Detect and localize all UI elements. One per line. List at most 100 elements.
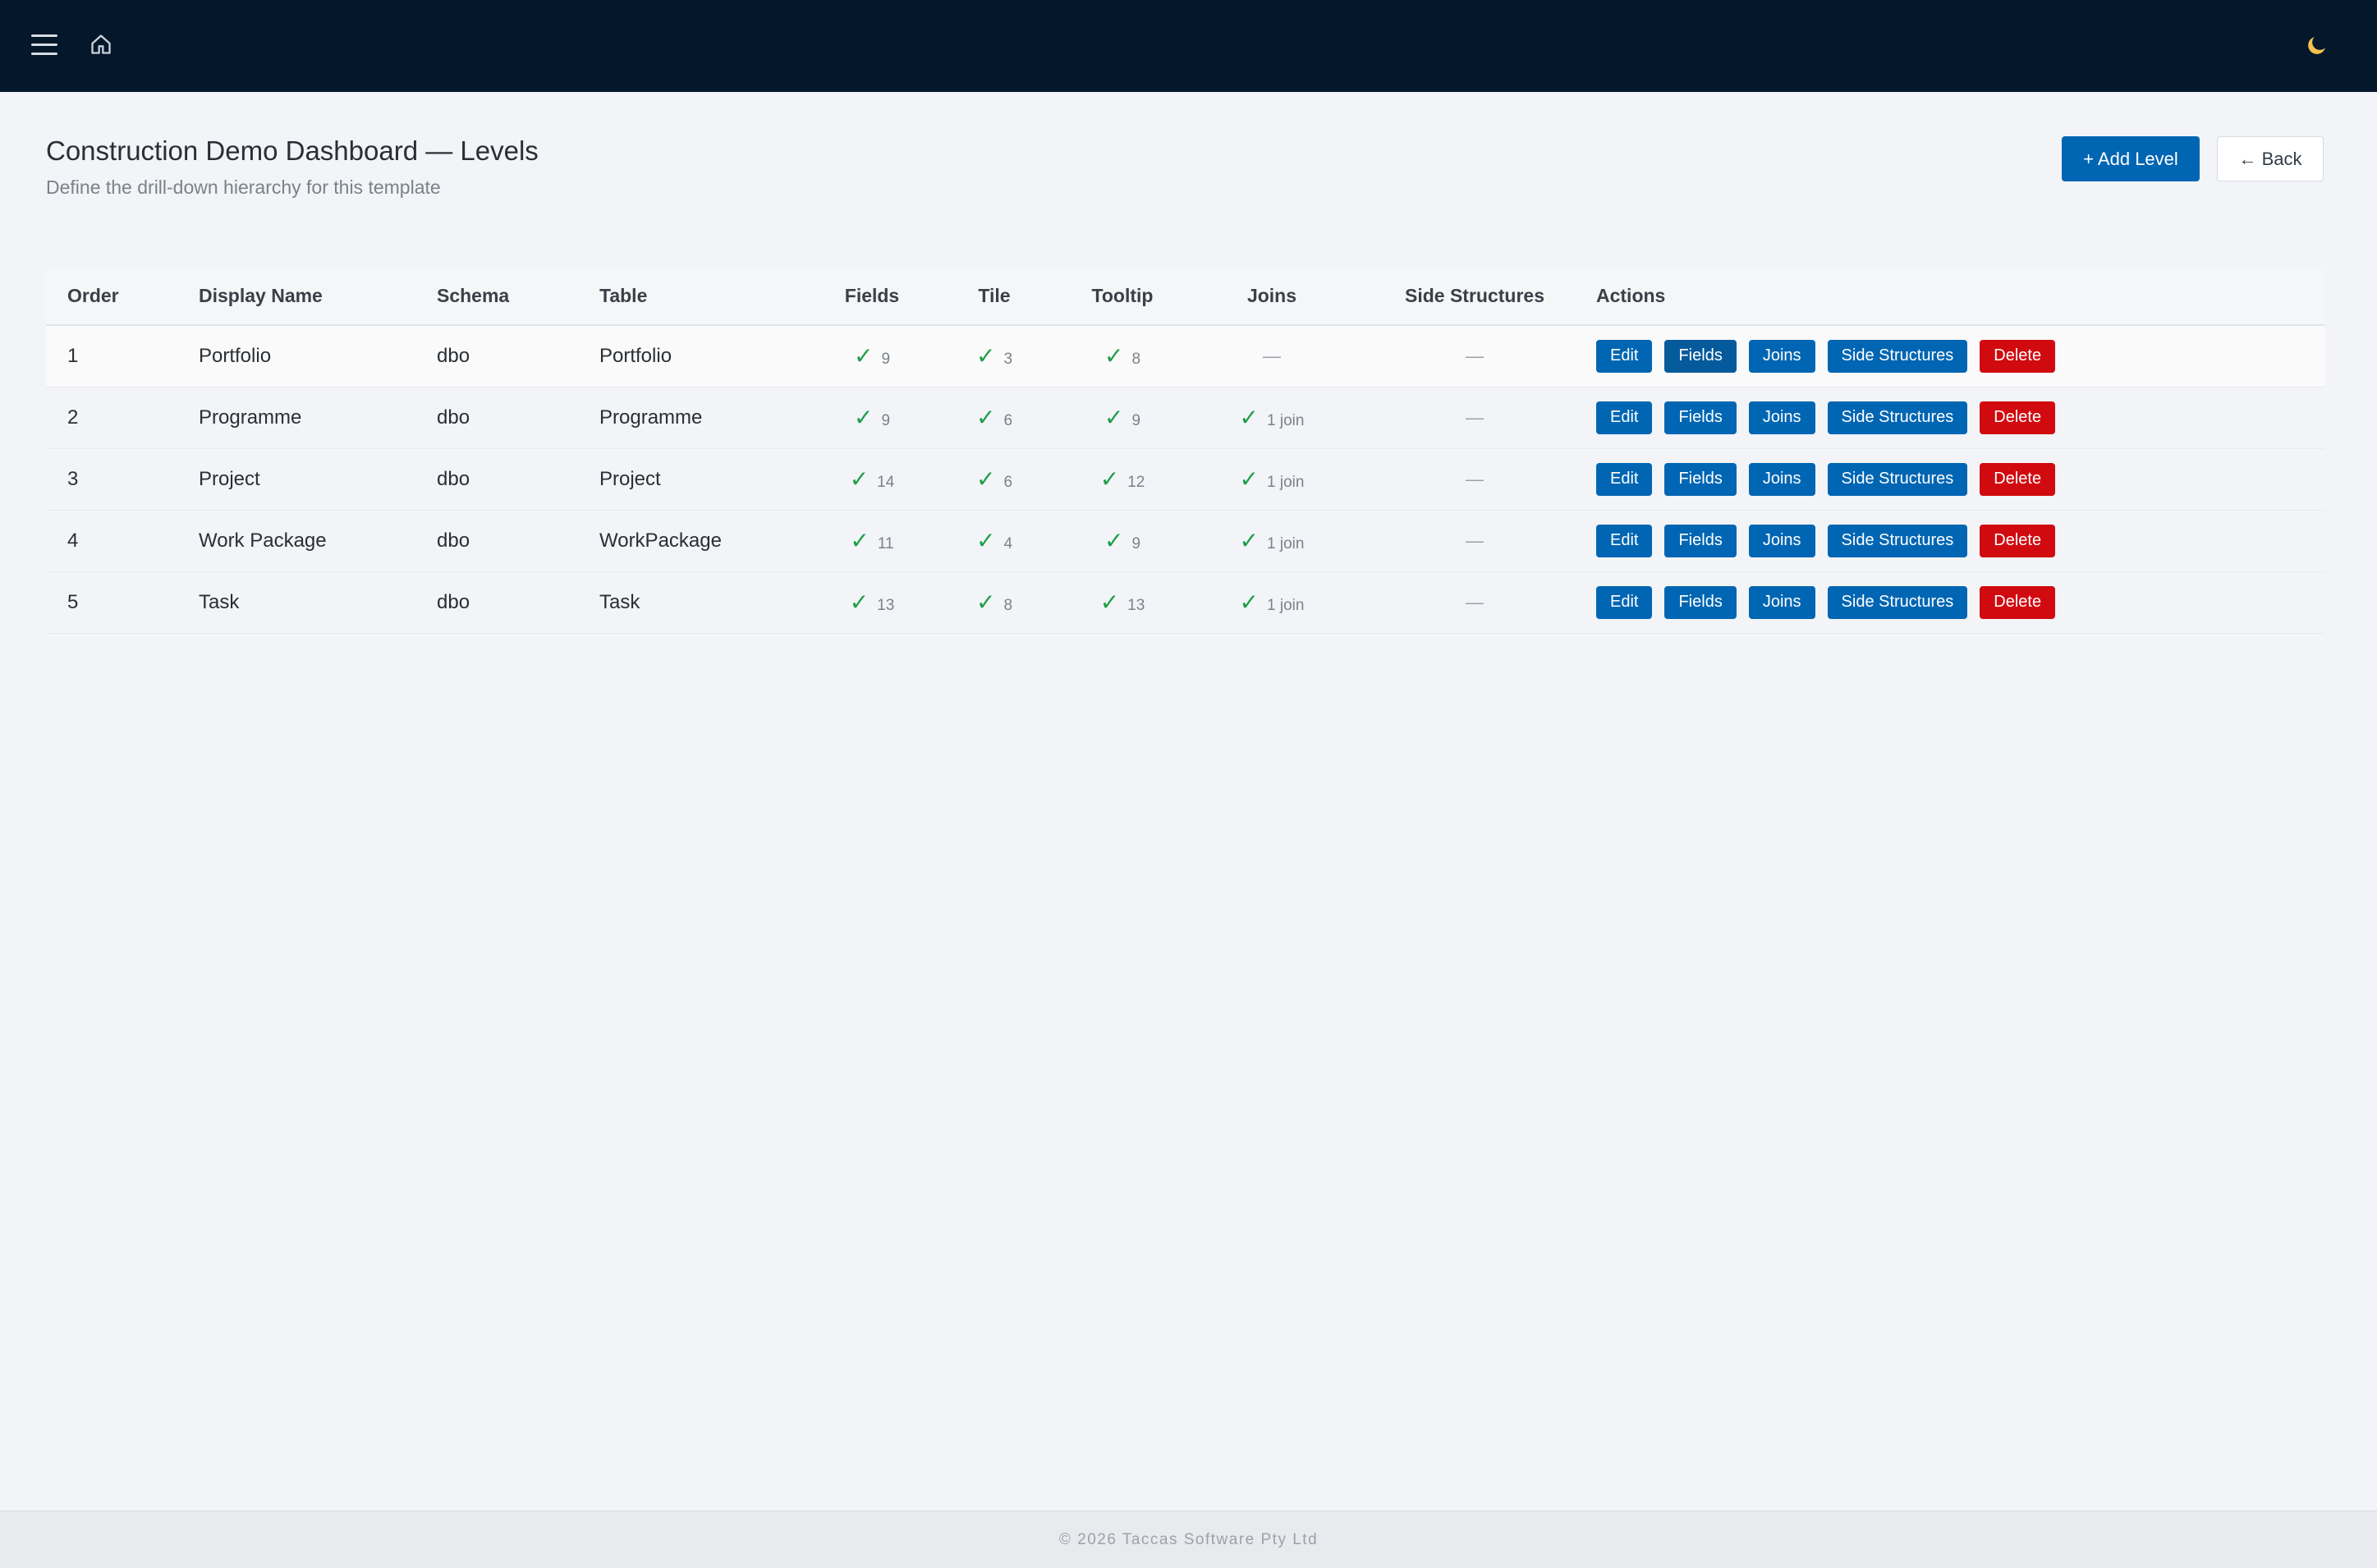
table-cell: Project <box>599 467 661 490</box>
table-row: 5 Task dbo Task ✓ 13 ✓ 8 ✓ 13 ✓ 1 join — Edit Fields Jo… <box>46 571 2324 633</box>
joins-count: 1 join <box>1267 535 1305 552</box>
tile-cell: ✓ 6 <box>934 387 1054 448</box>
schema-cell: dbo <box>437 590 470 613</box>
fields-button[interactable]: Fields <box>1664 585 1737 619</box>
tooltip-cell: ✓ 9 <box>1054 510 1191 571</box>
edit-button[interactable]: Edit <box>1596 401 1653 434</box>
table-row: 2 Programme dbo Programme ✓ 9 ✓ 6 ✓ 9 ✓ 1 join — Edit… <box>46 387 2324 448</box>
fields-button[interactable]: Fields <box>1664 401 1737 434</box>
fields-count: 13 <box>877 597 895 614</box>
side-structures-empty: — <box>1466 591 1484 612</box>
tile-count: 6 <box>1003 474 1013 491</box>
check-icon: ✓ <box>849 589 870 615</box>
joins-button[interactable]: Joins <box>1748 462 1815 496</box>
joins-count: 1 join <box>1267 412 1305 429</box>
check-icon: ✓ <box>1239 589 1260 615</box>
fields-cell: ✓ 11 <box>810 510 934 571</box>
display-name-cell: Programme <box>199 406 302 429</box>
header-side-structures: Side Structures <box>1405 285 1544 306</box>
actions-cell: Edit Fields Joins Side Structures Delete <box>1596 448 2324 510</box>
back-button[interactable]: ← Back <box>2217 136 2324 181</box>
tooltip-cell: ✓ 12 <box>1054 448 1191 510</box>
levels-table: Order Display Name Schema Table Fields T… <box>46 268 2324 634</box>
table-row: 1 Portfolio dbo Portfolio ✓ 9 ✓ 3 ✓ 8— — Edit Fields… <box>46 325 2324 387</box>
page-header: Construction Demo Dashboard — Levels Def… <box>46 135 539 199</box>
check-icon: ✓ <box>1104 405 1124 430</box>
check-icon: ✓ <box>1104 528 1124 553</box>
tooltip-cell: ✓ 9 <box>1054 387 1191 448</box>
schema-cell: dbo <box>437 467 470 490</box>
fields-cell: ✓ 14 <box>810 448 934 510</box>
check-icon: ✓ <box>1239 405 1260 430</box>
header-tile: Tile <box>978 285 1011 306</box>
side-structures-button[interactable]: Side Structures <box>1827 524 1968 557</box>
tile-count: 8 <box>1003 597 1013 614</box>
check-icon: ✓ <box>975 405 996 430</box>
tile-cell: ✓ 3 <box>934 325 1054 387</box>
schema-cell: dbo <box>437 344 470 367</box>
joins-count: 1 join <box>1267 597 1305 614</box>
order-cell: 3 <box>67 467 79 490</box>
tile-count: 4 <box>1003 535 1013 552</box>
actions-cell: Edit Fields Joins Side Structures Delete <box>1596 325 2324 387</box>
check-icon: ✓ <box>1239 466 1260 492</box>
actions-cell: Edit Fields Joins Side Structures Delete <box>1596 387 2324 448</box>
side-structures-cell: — <box>1353 325 1596 387</box>
side-structures-empty: — <box>1466 345 1484 366</box>
header-tooltip: Tooltip <box>1091 285 1154 306</box>
fields-count: 9 <box>881 351 891 369</box>
add-level-button[interactable]: + Add Level <box>2062 136 2200 181</box>
tile-cell: ✓ 6 <box>934 448 1054 510</box>
delete-button[interactable]: Delete <box>1980 524 2056 557</box>
header-order: Order <box>67 285 119 306</box>
edit-button[interactable]: Edit <box>1596 462 1653 496</box>
order-cell: 5 <box>67 590 79 613</box>
tooltip-cell: ✓ 8 <box>1054 325 1191 387</box>
table-header-row: Order Display Name Schema Table Fields T… <box>46 268 2324 325</box>
delete-button[interactable]: Delete <box>1980 585 2056 619</box>
home-icon[interactable] <box>89 33 112 56</box>
joins-button[interactable]: Joins <box>1748 524 1815 557</box>
side-structures-cell: — <box>1353 571 1596 633</box>
joins-button[interactable]: Joins <box>1748 585 1815 619</box>
fields-button[interactable]: Fields <box>1664 524 1737 557</box>
check-icon: ✓ <box>975 466 996 492</box>
edit-button[interactable]: Edit <box>1596 339 1653 373</box>
delete-button[interactable]: Delete <box>1980 401 2056 434</box>
side-structures-button[interactable]: Side Structures <box>1827 462 1968 496</box>
table-row: 3 Project dbo Project ✓ 14 ✓ 6 ✓ 12 ✓ 1 join — Edit Fi… <box>46 448 2324 510</box>
tooltip-count: 12 <box>1127 474 1145 491</box>
table-cell: Task <box>599 590 640 613</box>
delete-button[interactable]: Delete <box>1980 462 2056 496</box>
fields-count: 9 <box>881 412 891 429</box>
joins-button[interactable]: Joins <box>1748 339 1815 373</box>
edit-button[interactable]: Edit <box>1596 585 1653 619</box>
fields-cell: ✓ 9 <box>810 325 934 387</box>
side-structures-button[interactable]: Side Structures <box>1827 585 1968 619</box>
joins-button[interactable]: Joins <box>1748 401 1815 434</box>
display-name-cell: Portfolio <box>199 344 272 367</box>
header-display-name: Display Name <box>199 285 323 306</box>
table-cell: Portfolio <box>599 344 672 367</box>
menu-icon[interactable] <box>31 34 57 56</box>
fields-button[interactable]: Fields <box>1664 462 1737 496</box>
check-icon: ✓ <box>1239 528 1260 553</box>
side-structures-button[interactable]: Side Structures <box>1827 401 1968 434</box>
side-structures-empty: — <box>1466 530 1484 551</box>
delete-button[interactable]: Delete <box>1980 339 2056 373</box>
joins-count: 1 join <box>1267 474 1305 491</box>
order-cell: 2 <box>67 406 79 429</box>
moon-icon[interactable] <box>2305 33 2329 57</box>
fields-cell: ✓ 9 <box>810 387 934 448</box>
actions-cell: Edit Fields Joins Side Structures Delete <box>1596 510 2324 571</box>
tooltip-count: 9 <box>1131 412 1141 429</box>
tile-count: 6 <box>1003 412 1013 429</box>
edit-button[interactable]: Edit <box>1596 524 1653 557</box>
fields-button[interactable]: Fields <box>1664 339 1737 373</box>
check-icon: ✓ <box>975 528 996 553</box>
side-structures-button[interactable]: Side Structures <box>1827 339 1968 373</box>
page-title: Construction Demo Dashboard — Levels <box>46 135 539 166</box>
fields-count: 14 <box>877 474 895 491</box>
display-name-cell: Task <box>199 590 240 613</box>
side-structures-cell: — <box>1353 448 1596 510</box>
